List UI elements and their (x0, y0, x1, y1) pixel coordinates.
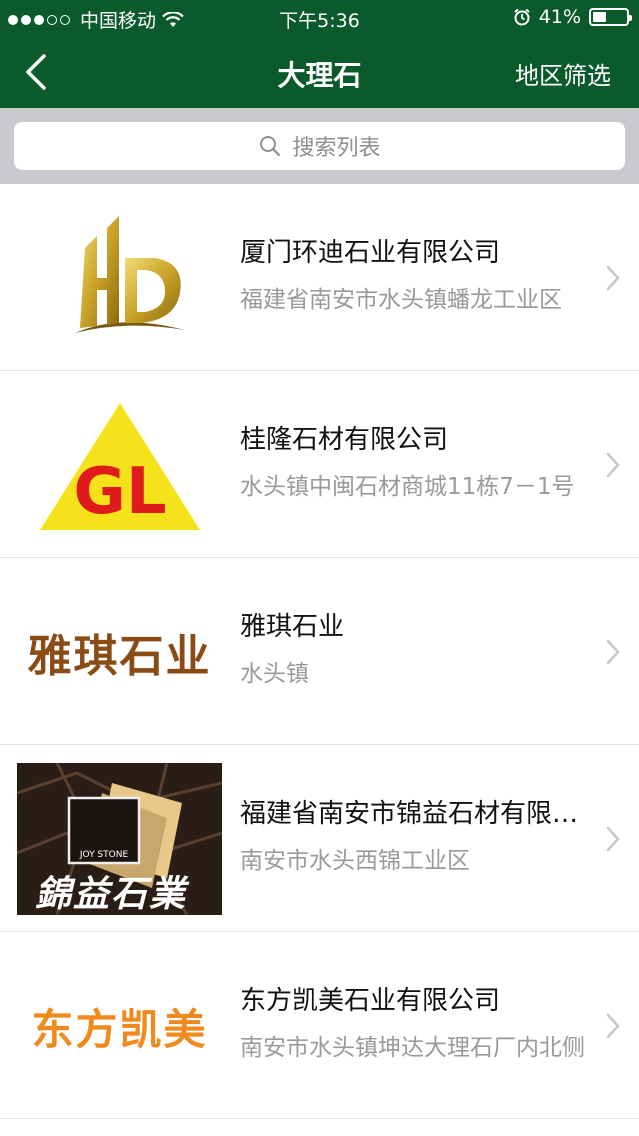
search-bar: 搜索列表 (0, 108, 639, 184)
chevron-left-icon (26, 54, 46, 90)
company-name: 厦门环迪石业有限公司 (240, 238, 501, 268)
company-logo (17, 202, 222, 354)
company-address: 水头镇 (240, 661, 309, 687)
search-input[interactable]: 搜索列表 (14, 122, 625, 170)
chevron-right-icon (606, 452, 620, 478)
hd-gold-logo-icon (74, 216, 185, 333)
search-icon (260, 136, 281, 157)
logo-text: 东方凯美 (31, 1004, 208, 1054)
company-address: 南安市水头西锦工业区 (240, 848, 470, 874)
search-placeholder: 搜索列表 (292, 136, 381, 161)
list-item[interactable]: 雅琪石业 雅琪石业 水头镇 (0, 558, 639, 745)
company-logo: 雅琪石业 (17, 576, 222, 728)
company-address: 水头镇中闽石材商城11栋7－1号 (240, 474, 575, 500)
status-right: 41% (513, 6, 632, 28)
joy-stone-badge: JOY STONE (79, 850, 129, 860)
company-logo: 东方凯美 (17, 950, 222, 1102)
region-filter-button[interactable]: 地区筛选 (515, 56, 611, 91)
company-logo: JOY STONE 錦益石業 (17, 763, 222, 915)
chevron-right-icon (606, 265, 620, 291)
battery-percent: 41% (538, 6, 581, 28)
gl-triangle-logo-icon: GL (39, 403, 200, 530)
company-address: 福建省南安市水头镇蟠龙工业区 (240, 287, 562, 313)
battery-icon (589, 8, 632, 26)
logo-text: 雅琪石业 (27, 631, 212, 682)
company-name: 福建省南安市锦益石材有限公司 (240, 799, 585, 829)
chevron-right-icon (606, 1013, 620, 1039)
company-name: 东方凯美石业有限公司 (240, 986, 501, 1016)
company-logo: GL (17, 389, 222, 541)
back-button[interactable] (20, 50, 60, 94)
nav-bar: 大理石 地区筛选 (0, 36, 639, 108)
company-address: 南安市水头镇坤达大理石厂内北侧 (240, 1035, 585, 1061)
logo-text: 錦益石業 (35, 873, 188, 915)
chevron-right-icon (606, 826, 620, 852)
list-item[interactable]: JOY STONE 錦益石業 福建省南安市锦益石材有限公司 南安市水头西锦工业区 (0, 745, 639, 932)
company-name: 桂隆石材有限公司 (240, 425, 449, 455)
chevron-right-icon (606, 639, 620, 665)
list-item[interactable]: GL 桂隆石材有限公司 水头镇中闽石材商城11栋7－1号 (0, 371, 639, 558)
status-bar: 中国移动 下午5:36 41% (0, 0, 639, 36)
gl-logo-text: GL (73, 455, 166, 529)
alarm-icon (514, 8, 530, 26)
list-item[interactable]: 东方凯美 东方凯美石业有限公司 南安市水头镇坤达大理石厂内北侧 (0, 932, 639, 1119)
list-item[interactable]: 厦门环迪石业有限公司 福建省南安市水头镇蟠龙工业区 (0, 184, 639, 371)
company-name: 雅琪石业 (240, 612, 345, 642)
company-list: 厦门环迪石业有限公司 福建省南安市水头镇蟠龙工业区 GL 桂隆石材有限公司 水头… (0, 184, 639, 1119)
